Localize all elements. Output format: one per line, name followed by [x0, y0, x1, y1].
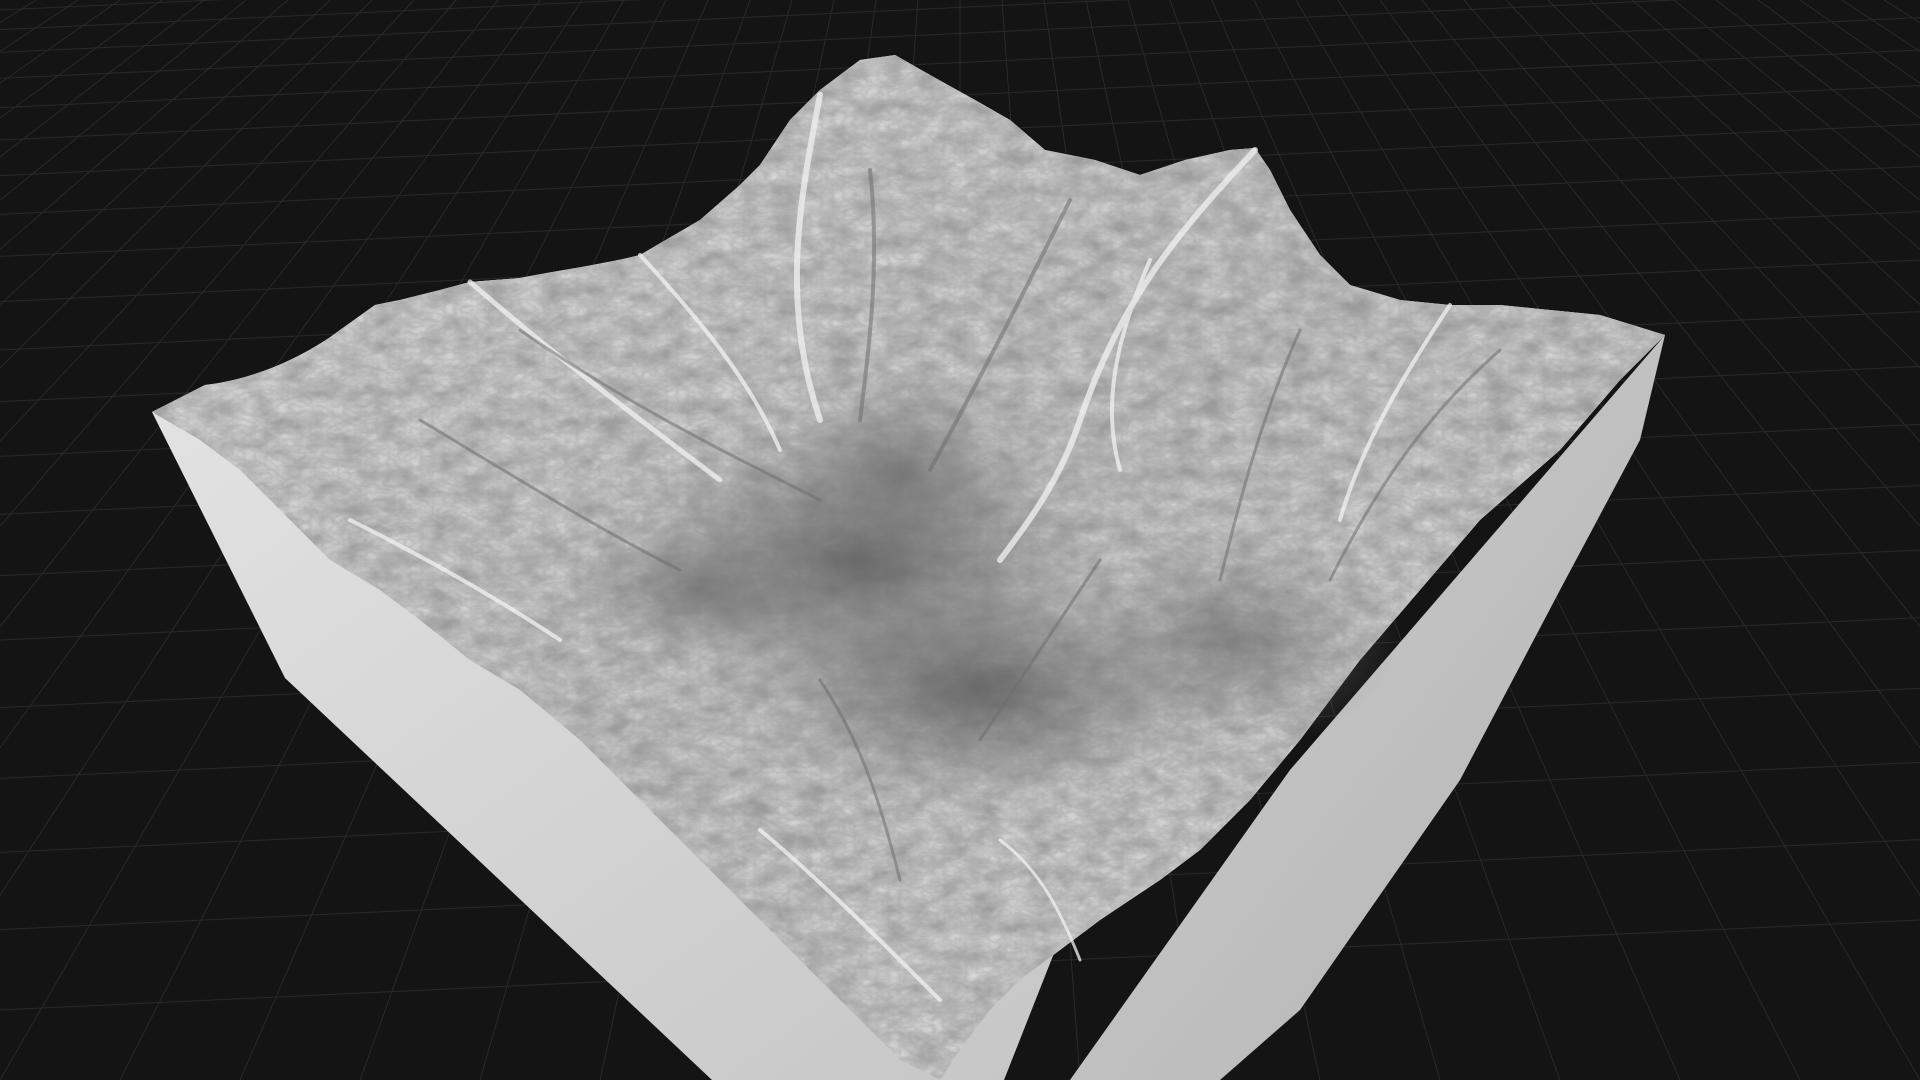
- grid-line: [0, 0, 121, 84]
- viewport-canvas[interactable]: [0, 0, 1920, 1080]
- grid-line: [0, 0, 163, 119]
- grid-line: [1715, 0, 1920, 158]
- grid-line: [1673, 0, 1920, 202]
- grid-line: [1757, 0, 1920, 119]
- grid-line: [1799, 0, 1920, 84]
- grid-line: [1883, 0, 1920, 24]
- grid-line: [0, 0, 37, 24]
- 3d-viewport[interactable]: [0, 0, 1920, 1080]
- grid-line: [1631, 0, 1920, 250]
- grid-line: [1841, 0, 1920, 53]
- grid-line: [0, 0, 205, 158]
- terrain-surface: [152, 55, 1665, 1080]
- terrain-block[interactable]: [152, 55, 1665, 1080]
- grid-line: [0, 0, 247, 202]
- grid-line: [1589, 0, 1920, 306]
- grid-line: [0, 0, 79, 53]
